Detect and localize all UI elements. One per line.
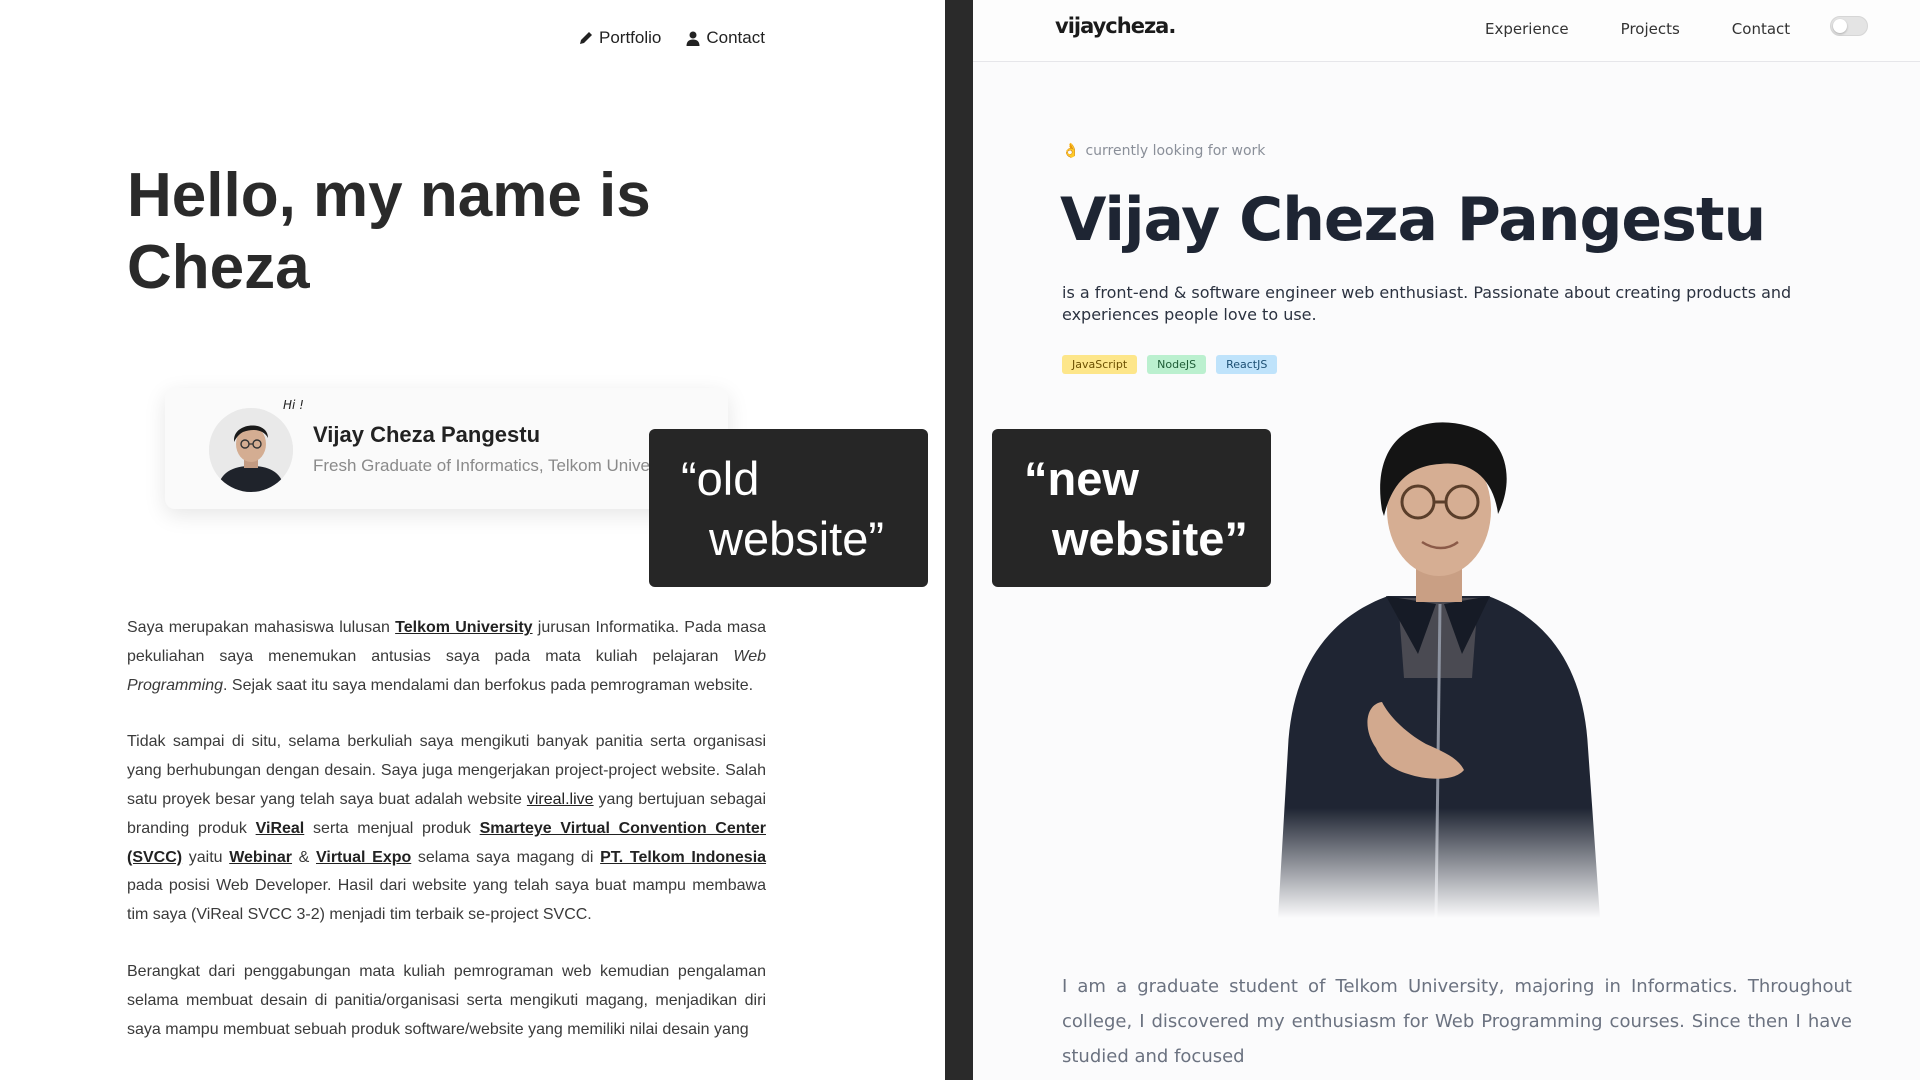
old-nav: Portfolio Contact (578, 28, 765, 48)
text-span: serta menjual produk (304, 819, 480, 837)
comparison-divider (945, 0, 973, 1080)
about-paragraph-1: Saya merupakan mahasiswa lulusan Telkom … (127, 614, 766, 700)
avatar (209, 408, 293, 492)
site-logo[interactable]: vijaycheza. (1055, 14, 1176, 38)
new-label-line-2: website” (1052, 512, 1248, 565)
text-span: selama saya magang di (411, 848, 601, 866)
old-about-text: Saya merupakan mahasiswa lulusan Telkom … (127, 614, 766, 1072)
virtual-expo-link[interactable]: Virtual Expo (316, 849, 411, 866)
vireal-link[interactable]: ViReal (256, 820, 305, 837)
old-label-line-2: website” (709, 512, 885, 565)
hi-doodle: Hi ! (283, 398, 304, 412)
about-paragraph-2: Tidak sampai di situ, selama berkuliah s… (127, 728, 766, 930)
new-label-line-1: “new (1024, 452, 1139, 505)
heading-line-1: Hello, my name is (127, 161, 651, 230)
nav-links: Experience Projects Contact (1485, 20, 1790, 38)
new-website-label: “new website” (992, 429, 1271, 587)
text-span: Saya merupakan mahasiswa lulusan (127, 619, 396, 636)
nav-portfolio-link[interactable]: Portfolio (578, 28, 661, 48)
status-text: currently looking for work (1085, 143, 1266, 159)
toggle-knob (1833, 19, 1847, 33)
hero-tagline: is a front-end & software engineer web e… (1062, 283, 1792, 324)
hero-name: Vijay Cheza Pangestu (1060, 185, 1766, 255)
about-paragraph-3: Berangkat dari penggabungan mata kuliah … (127, 962, 766, 1038)
profile-card-name: Vijay Cheza Pangestu (313, 422, 541, 447)
telkom-university-link[interactable]: Telkom University (395, 619, 532, 636)
nav-experience-link[interactable]: Experience (1485, 20, 1569, 38)
tag-nodejs: NodeJS (1147, 355, 1207, 374)
text-span: pada posisi Web Developer. Hasil dari we… (127, 877, 766, 924)
nav-contact-label: Contact (706, 28, 765, 47)
ok-hand-icon: 👌 (1062, 143, 1080, 159)
vireal-live-link[interactable]: vireal.live (527, 791, 594, 808)
profile-card-subtitle: Fresh Graduate of Informatics, Telkom Un… (313, 456, 682, 475)
nav-contact-link[interactable]: Contact (1732, 20, 1790, 38)
text-span: . Sejak saat itu saya mendalami dan berf… (223, 676, 754, 694)
nav-projects-link[interactable]: Projects (1621, 20, 1680, 38)
user-icon (686, 31, 700, 46)
text-span: & (292, 848, 316, 866)
webinar-link[interactable]: Webinar (229, 849, 292, 866)
text-span: yaitu (182, 848, 230, 866)
portrait-photo (1258, 418, 1618, 918)
old-label-line-1: “old (681, 452, 760, 505)
new-navbar: vijaycheza. Experience Projects Contact (973, 0, 1920, 62)
tag-javascript: JavaScript (1062, 355, 1138, 374)
heading-line-2: Cheza (127, 233, 310, 302)
old-website-label: “old website” (649, 429, 928, 587)
about-text: I am a graduate student of Telkom Univer… (1062, 976, 1852, 1067)
status-line: 👌 currently looking for work (1062, 143, 1265, 159)
pencil-icon (580, 32, 592, 44)
telkom-indonesia-link[interactable]: PT. Telkom Indonesia (600, 849, 766, 866)
nav-contact-link[interactable]: Contact (685, 28, 765, 48)
profile-card: Hi ! Vijay Cheza Pangestu Fresh Graduate… (165, 388, 728, 509)
skill-tags: JavaScript NodeJS ReactJS (1062, 355, 1278, 374)
tag-reactjs: ReactJS (1216, 355, 1278, 374)
old-hero-heading: Hello, my name is Cheza (127, 160, 687, 304)
theme-toggle[interactable] (1830, 16, 1868, 36)
nav-portfolio-label: Portfolio (599, 28, 662, 47)
